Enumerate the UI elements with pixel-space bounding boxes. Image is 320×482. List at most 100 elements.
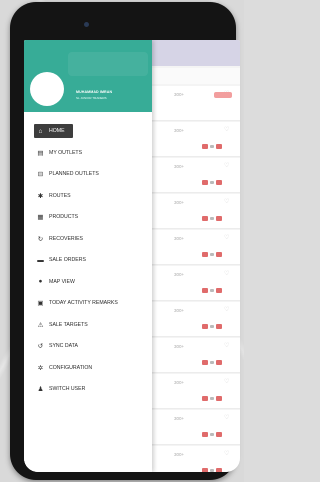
menu-item-sync-data[interactable]: ↺ SYNC DATA (36, 339, 78, 353)
refresh-icon: ↻ (37, 235, 44, 243)
menu-item-today-activity-remarks[interactable]: ▣ TODAY ACTIVITY REMARKS (36, 296, 118, 310)
menu-item-sale-orders[interactable]: ▬ SALE ORDERS (36, 253, 86, 267)
menu-item-home[interactable]: ⌂ HOME (34, 124, 73, 138)
menu-item-label: SWITCH USER (49, 386, 86, 392)
row-tags (202, 324, 222, 329)
row-amount: 300+ (174, 452, 185, 457)
tag-icon (202, 180, 208, 185)
tag-icon (216, 180, 222, 185)
row-tags (202, 396, 222, 401)
heart-icon[interactable]: ♡ (224, 234, 229, 241)
menu-item-label: MAP VIEW (49, 278, 75, 285)
row-tags (202, 468, 222, 472)
menu-item-label: RECOVERIES (49, 235, 84, 242)
row-amount: 300+ (174, 164, 185, 169)
menu-item-label: HOME (49, 128, 65, 134)
heart-icon[interactable]: ♡ (224, 378, 229, 385)
heart-icon[interactable]: ♡ (224, 342, 229, 349)
navigation-drawer: MUHAMMAD IMRAN SL JUNIOR TRADERS ⌂ HOME ▤ M… (24, 40, 152, 472)
header-pattern (68, 52, 148, 76)
tag-icon (202, 288, 208, 293)
tag-icon (216, 144, 222, 149)
separator-icon (210, 217, 214, 220)
tag-icon (202, 144, 208, 149)
menu-item-routes[interactable]: ✱ ROUTES (36, 189, 71, 203)
heart-icon[interactable]: ♡ (224, 306, 229, 313)
separator-icon (210, 253, 214, 256)
separator-icon (210, 289, 214, 292)
row-tags (202, 144, 222, 149)
menu-item-label: PRODUCTS (49, 214, 79, 220)
menu-item-recoveries[interactable]: ↻ RECOVERIES (36, 232, 83, 246)
menu-item-label: SYNC DATA (49, 343, 78, 349)
row-tags (202, 252, 222, 257)
store-icon: ▤ (37, 149, 44, 157)
user-icon: ♟ (37, 386, 44, 393)
phone-frame: 300+ ♡ 300+ ♡ 300+ ♡ 300+ ♡ 300+ ♡ 300+ ♡ 300+ ♡ 300+ ♡… (10, 2, 240, 480)
row-amount: 300+ (174, 344, 185, 349)
status-badge (214, 92, 232, 98)
menu-item-label: MY OUTLETS (49, 149, 83, 156)
tag-icon (216, 288, 222, 293)
row-amount: 300+ (174, 236, 185, 241)
heart-icon[interactable]: ♡ (224, 450, 229, 457)
menu-item-label: PLANNED OUTLETS (49, 171, 99, 177)
tag-icon (216, 468, 222, 472)
sync-icon: ↺ (37, 343, 44, 350)
heart-icon[interactable]: ♡ (224, 198, 229, 205)
menu-item-label: SALE ORDERS (49, 257, 86, 263)
user-name: MUHAMMAD IMRAN (76, 90, 113, 94)
tag-icon (216, 432, 222, 437)
row-amount: 300+ (174, 380, 185, 385)
menu-item-planned-outlets[interactable]: ⊟ PLANNED OUTLETS (36, 167, 99, 181)
row-tags (202, 288, 222, 293)
row-amount: 300+ (174, 416, 185, 421)
row-amount: 300+ (174, 200, 185, 205)
menu-item-products[interactable]: ▦ PRODUCTS (36, 210, 78, 224)
tag-icon (202, 468, 208, 472)
home-icon: ⌂ (38, 127, 43, 135)
tag-icon (202, 216, 208, 221)
separator-icon (210, 145, 214, 148)
tag-icon (202, 324, 208, 329)
menu-item-label: CONFIGURATION (49, 364, 93, 371)
row-amount: 300+ (174, 92, 185, 97)
menu-item-switch-user[interactable]: ♟ SWITCH USER (36, 382, 86, 396)
menu-item-sale-targets[interactable]: ⚠ SALE TARGETS (36, 318, 88, 332)
row-tags (202, 216, 222, 221)
heart-icon[interactable]: ♡ (224, 162, 229, 169)
row-amount: 300+ (174, 308, 185, 313)
list-icon: ▬ (37, 256, 44, 264)
box-icon: ▦ (37, 214, 44, 221)
drawer-header: MUHAMMAD IMRAN SL JUNIOR TRADERS (24, 40, 152, 112)
tag-icon (202, 360, 208, 365)
menu-item-my-outlets[interactable]: ▤ MY OUTLETS (36, 146, 82, 160)
gear-icon: ✲ (37, 364, 44, 372)
heart-icon[interactable]: ♡ (224, 126, 229, 133)
tag-icon (216, 216, 222, 221)
row-tags (202, 360, 222, 365)
heart-icon[interactable]: ♡ (224, 414, 229, 421)
row-amount: 300+ (174, 272, 185, 277)
screen: 300+ ♡ 300+ ♡ 300+ ♡ 300+ ♡ 300+ ♡ 300+ ♡ 300+ ♡ 300+ ♡… (24, 40, 240, 472)
separator-icon (210, 397, 214, 400)
menu-item-label: TODAY ACTIVITY REMARKS (49, 300, 118, 306)
separator-icon (210, 361, 214, 364)
separator-icon (210, 469, 214, 472)
map-pin-icon: ● (38, 278, 43, 285)
separator-icon (210, 433, 214, 436)
tag-icon (216, 360, 222, 365)
user-role: SL JUNIOR TRADERS (76, 96, 107, 100)
target-icon: ⚠ (37, 321, 44, 329)
separator-icon (210, 325, 214, 328)
heart-icon[interactable]: ♡ (224, 270, 229, 277)
routes-icon: ✱ (37, 192, 44, 200)
camera-dot (84, 22, 89, 27)
clipboard-icon: ▣ (37, 300, 44, 307)
tag-icon (216, 396, 222, 401)
menu-item-map-view[interactable]: ● MAP VIEW (36, 275, 75, 289)
row-tags (202, 180, 222, 185)
avatar[interactable] (30, 72, 64, 106)
menu-item-configuration[interactable]: ✲ CONFIGURATION (36, 361, 92, 375)
separator-icon (210, 181, 214, 184)
